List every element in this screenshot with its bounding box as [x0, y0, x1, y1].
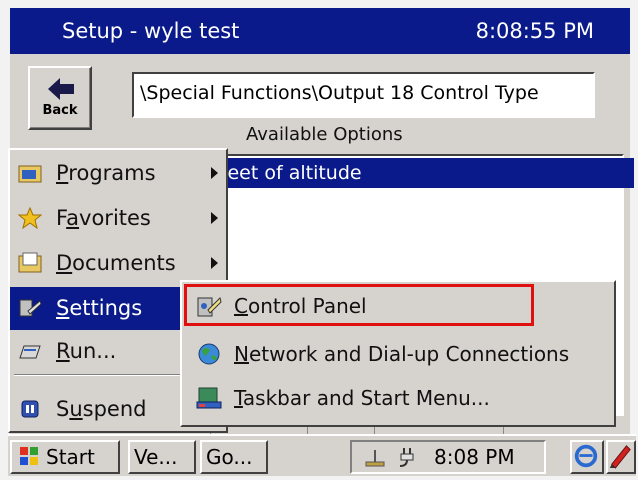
- settings-submenu: Control Panel Network and Dial-up Connec…: [180, 280, 616, 427]
- run-icon: [19, 345, 41, 359]
- back-button[interactable]: Back: [28, 66, 92, 130]
- system-tray: 8:08 PM: [350, 440, 546, 474]
- star-icon: [18, 207, 42, 229]
- start-button[interactable]: Start: [10, 440, 120, 474]
- available-options-label: Available Options: [246, 124, 403, 145]
- highlight-annotation: [184, 284, 534, 326]
- title-clock: 8:08:55 PM: [475, 19, 594, 43]
- network-globe-icon: [198, 343, 220, 365]
- settings-icon: [19, 299, 42, 317]
- menu-item-favorites[interactable]: Favorites: [10, 197, 226, 240]
- submenu-item-taskbar[interactable]: Taskbar and Start Menu...: [182, 376, 614, 420]
- programs-folder-icon: [18, 165, 42, 183]
- submenu-arrow-icon: [211, 167, 218, 179]
- internet-explorer-icon[interactable]: [570, 440, 604, 474]
- menu-item-programs[interactable]: Programs: [10, 152, 226, 195]
- taskbar-task-ve[interactable]: Ve...: [128, 440, 196, 474]
- input-panel-icon[interactable]: [606, 440, 636, 474]
- path-field[interactable]: \Special Functions\Output 18 Control Typ…: [132, 72, 595, 118]
- menu-item-documents[interactable]: Documents: [10, 242, 226, 285]
- documents-icon: [18, 252, 42, 273]
- back-arrow-icon: [48, 78, 74, 100]
- taskbar: Start Ve... Go... 8:08 PM: [8, 434, 636, 476]
- power-plug-icon[interactable]: [396, 446, 418, 468]
- submenu-arrow-icon: [211, 257, 218, 269]
- ie-logo-icon: [574, 444, 598, 468]
- back-label: Back: [42, 103, 78, 118]
- submenu-arrow-icon: [211, 212, 218, 224]
- submenu-item-network[interactable]: Network and Dial-up Connections: [182, 332, 614, 376]
- taskbar-icon: [196, 387, 222, 409]
- tray-clock[interactable]: 8:08 PM: [434, 445, 515, 469]
- suspend-icon: [21, 400, 39, 418]
- windows-logo-icon: [20, 447, 38, 465]
- pen-icon: [609, 445, 631, 469]
- title-bar: Setup - wyle test 8:08:55 PM: [10, 8, 630, 54]
- network-connection-icon[interactable]: [364, 448, 386, 468]
- window-title: Setup - wyle test: [62, 19, 240, 43]
- taskbar-task-go[interactable]: Go...: [200, 440, 268, 474]
